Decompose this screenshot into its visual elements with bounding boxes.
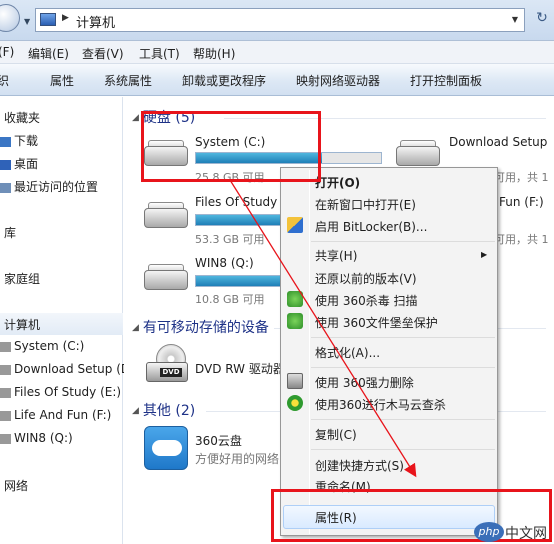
annotation-arrow	[229, 179, 417, 478]
php-logo: php	[474, 522, 504, 542]
php-watermark: php 中文网	[474, 520, 554, 544]
watermark-text: 中文网	[505, 526, 547, 542]
